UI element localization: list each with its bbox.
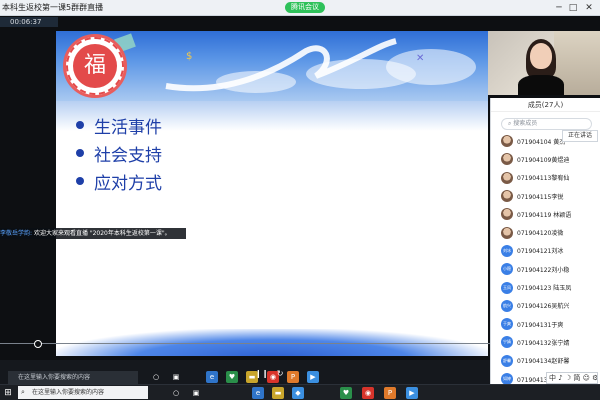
- screen: 本科生返校第一课5群群直播 腾讯会议 ─ □ ✕ 00:06:37 $ ✕ 福 …: [0, 0, 600, 400]
- speaking-tag[interactable]: 正在讲话: [562, 130, 598, 142]
- member-row[interactable]: 于爽 071904131于爽: [491, 315, 600, 333]
- minimize-button[interactable]: ─: [552, 1, 566, 15]
- member-row[interactable]: 刘冰 071904121刘冰: [491, 242, 600, 260]
- avatar: 小稳: [501, 263, 513, 276]
- avatar: [501, 190, 513, 203]
- member-name: 071904119 林颖语: [517, 211, 572, 219]
- avatar: 航兴: [501, 299, 513, 312]
- member-row[interactable]: 宁婧 071904132张宁婧: [491, 333, 600, 351]
- members-header: 成员(27人): [491, 98, 600, 112]
- close-button[interactable]: ✕: [582, 1, 596, 15]
- member-name: 071904132张宁婧: [517, 339, 570, 347]
- slide-bullet-list: 生活事件 社会支持 应对方式: [76, 111, 162, 195]
- member-name: 071904134赵舒馨: [517, 358, 570, 366]
- maximize-button[interactable]: □: [566, 1, 580, 15]
- avatar: [501, 226, 513, 239]
- folder-icon[interactable]: ▬: [272, 387, 284, 399]
- meeting-icon[interactable]: ▶: [406, 387, 418, 399]
- windows-taskbar: ⊞ ⌕ 在这里输入你要搜索的内容 ○ ▣ e ▬ ◆ ♥ ◉ P ▶: [0, 384, 600, 400]
- svg-text:$: $: [186, 51, 192, 62]
- member-name: 071904121刘冰: [517, 248, 564, 256]
- edge-icon: e: [206, 371, 218, 383]
- office-icon[interactable]: ◉: [362, 387, 374, 399]
- avatar: 于爽: [501, 318, 513, 331]
- avatar: 玉凤: [501, 281, 513, 294]
- refresh-icon[interactable]: ↻: [274, 368, 286, 380]
- bullet-item: 应对方式: [76, 167, 162, 195]
- member-row[interactable]: 航兴 071904126吴航兴: [491, 297, 600, 315]
- member-row[interactable]: 071904113黎宥仙: [491, 169, 600, 187]
- bullet-item: 生活事件: [76, 111, 162, 139]
- avatar: 舒馨: [501, 354, 513, 367]
- avatar: [501, 171, 513, 184]
- university-logo: 福: [63, 34, 127, 98]
- app-icon: ♥: [226, 371, 238, 383]
- member-name: 071904109黄煜迪: [517, 156, 570, 164]
- avatar: 宁婧: [501, 336, 513, 349]
- search-icon: ⌕: [508, 120, 512, 127]
- member-name: 071904120凌微: [517, 230, 564, 238]
- meeting-icon: ▶: [307, 371, 319, 383]
- presenter-video[interactable]: [488, 31, 600, 95]
- bullet-dot-icon: [76, 177, 84, 185]
- member-name: 071904113黎宥仙: [517, 175, 570, 183]
- store-icon[interactable]: ◆: [292, 387, 304, 399]
- avatar: 刘冰: [501, 244, 513, 257]
- ime-toolbar[interactable]: 中 ♪ ☽ 简 ☺ ⚙: [546, 372, 598, 384]
- task-view-icon[interactable]: ▣: [190, 387, 202, 399]
- member-row[interactable]: 071904109黄煜迪: [491, 150, 600, 168]
- progress-track[interactable]: [0, 343, 490, 344]
- member-row[interactable]: 071904119 林颖语: [491, 205, 600, 223]
- avatar: [501, 208, 513, 221]
- stream-timer: 00:06:37: [0, 17, 58, 27]
- avatar: [501, 153, 513, 166]
- member-name: 071904131于爽: [517, 321, 564, 329]
- title-bar: 本科生返校第一课5群群直播 腾讯会议 ─ □ ✕: [0, 0, 600, 16]
- bullet-item: 社会支持: [76, 139, 162, 167]
- member-name: 071904115李锐: [517, 193, 564, 201]
- task-view-icon: ▣: [172, 373, 180, 381]
- member-name: 071904122刘小稳: [517, 266, 570, 274]
- member-row[interactable]: 玉凤 071904123 陆玉凤: [491, 278, 600, 296]
- member-row[interactable]: 舒馨 071904134赵舒馨: [491, 352, 600, 370]
- search-icon: ⌕: [21, 388, 25, 396]
- overlay-controls: ❙❙ ↻ ➜: [255, 361, 305, 397]
- taskbar-search-input[interactable]: ⌕ 在这里输入你要搜索的内容: [18, 386, 148, 399]
- chat-username: 李敬岳学韵:: [0, 230, 33, 237]
- bullet-dot-icon: [76, 149, 84, 157]
- progress-knob[interactable]: [33, 340, 42, 348]
- window-title: 本科生返校第一课5群群直播: [2, 3, 104, 12]
- member-name: 071904104 黄杰: [517, 138, 566, 146]
- recorded-taskbar: 在这里输入你要搜索的内容 ○ ▣ e ♥ ▬ ◉ P ▶: [0, 360, 490, 384]
- chat-message-banner: 李敬岳学韵: 欢迎大家来观看直播 "2020年本科生返校第一课"。: [0, 228, 186, 239]
- app-icon[interactable]: ♥: [340, 387, 352, 399]
- windows-start-icon[interactable]: ⊞: [2, 387, 14, 399]
- member-search-input[interactable]: ⌕ 搜索成员: [501, 118, 592, 130]
- member-name: 071904123 陆玉凤: [517, 285, 572, 293]
- member-name: 071904126吴航兴: [517, 303, 570, 311]
- pause-icon[interactable]: ❙❙: [255, 368, 268, 380]
- member-row[interactable]: 071904120凌微: [491, 223, 600, 241]
- powerpoint-icon[interactable]: P: [384, 387, 396, 399]
- avatar: [501, 135, 513, 148]
- circle-icon[interactable]: ○: [170, 387, 182, 399]
- bullet-dot-icon: [76, 121, 84, 129]
- edge-icon[interactable]: e: [252, 387, 264, 399]
- recorded-search-box: 在这里输入你要搜索的内容: [8, 371, 138, 384]
- circle-icon: ○: [152, 373, 160, 381]
- logo-character: 福: [73, 44, 117, 88]
- svg-text:✕: ✕: [416, 53, 424, 64]
- member-row[interactable]: 小稳 071904122刘小稳: [491, 260, 600, 278]
- chat-text: 欢迎大家来观看直播 "2020年本科生返校第一课"。: [32, 230, 171, 237]
- live-badge[interactable]: 腾讯会议: [285, 2, 325, 13]
- member-list: 071904104 黄杰 071904109黄煜迪 071904113黎宥仙 0719…: [491, 132, 600, 388]
- member-row[interactable]: 071904115李锐: [491, 187, 600, 205]
- presentation-slide: $ ✕ 福 生活事件 社会支持 应对方式: [56, 31, 488, 356]
- playback-progress[interactable]: [0, 340, 490, 348]
